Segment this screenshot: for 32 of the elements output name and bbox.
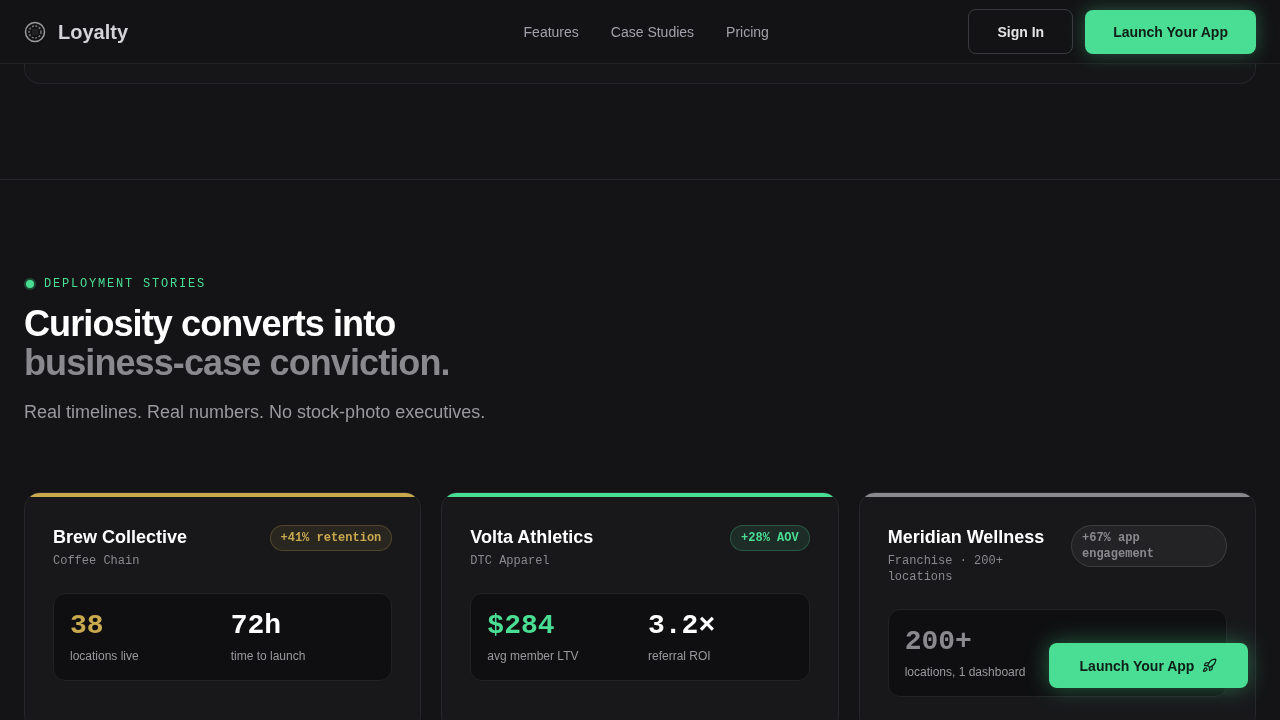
metric-value: 200+ [904,626,973,658]
metric-value: 3.2× [648,610,717,642]
result-badge: +28% AOV [730,525,810,551]
company-category: Franchise · 200+ locations [887,553,1004,585]
headline: Curiosity converts into [24,304,397,343]
rocket-icon [1202,658,1218,673]
floating-launch-button[interactable]: Launch Your App [1049,643,1248,688]
metric-label: avg member LTV [487,648,580,664]
sign-in-button[interactable]: Sign In [968,9,1074,54]
metric-label: locations, 1 dashboard [904,664,1027,680]
metric-label: time to launch [230,648,307,664]
brand-name: Loyalty [58,19,129,45]
logo-icon [24,20,46,43]
metric-value: 72h [230,610,283,642]
metric-value: $284 [487,610,556,642]
result-badge: +41% retention [269,525,393,551]
company-name: Volta Athletics [470,526,594,549]
nav-link[interactable]: Case Studies [610,21,695,42]
nav-link[interactable]: Features [523,21,579,42]
company-category: Coffee Chain [53,553,141,569]
nav-link[interactable]: Pricing [726,21,769,42]
metric-label: locations live [70,648,140,664]
launch-button[interactable]: Launch Your App [1085,9,1256,54]
metric-value: 38 [70,610,105,642]
company-name: Meridian Wellness [887,526,1045,549]
headline-accent: business-case conviction. [24,343,451,382]
result-badge: +67% app engagement [1071,525,1227,567]
company-name: Brew Collective [53,526,188,549]
eyebrow-label: DEPLOYMENT STORIES [44,276,207,292]
section-subtitle: Real timelines. Real numbers. No stock-photo executives. [24,401,487,424]
company-category: DTC Apparel [470,553,551,569]
metric-label: referral ROI [648,648,712,664]
